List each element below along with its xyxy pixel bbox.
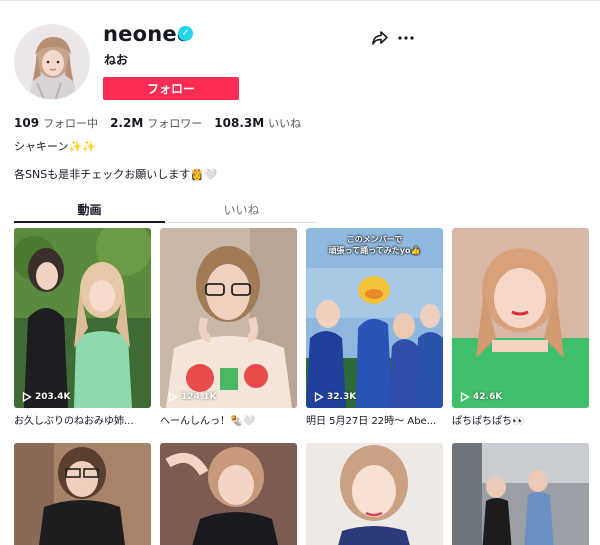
- play-icon: [460, 392, 470, 402]
- share-icon[interactable]: [371, 30, 389, 46]
- video-thumbnail-image: [452, 443, 589, 545]
- view-count: 42.6K: [460, 392, 502, 402]
- video-overlay-text: このメンバーで 頑張って踊ってみたyo👍: [328, 235, 421, 255]
- video-caption[interactable]: へーんしんっ！🌯🤍: [160, 412, 297, 427]
- play-icon: [22, 392, 32, 402]
- video-thumbnail-image: [160, 443, 297, 545]
- bio-line-2: 各SNSも是非チェックお願いします👸🤍: [14, 168, 218, 181]
- video-card[interactable]: [14, 443, 151, 545]
- follow-button[interactable]: フォロー: [103, 77, 239, 100]
- tab-liked[interactable]: いいね: [166, 201, 317, 218]
- video-thumbnail-image: [452, 228, 589, 408]
- video-thumbnail-image: [14, 228, 151, 408]
- following-count: 109: [14, 116, 40, 130]
- video-thumbnail[interactable]: [14, 443, 151, 545]
- view-count-value: 203.4K: [35, 392, 71, 402]
- video-thumbnail-image: [14, 443, 151, 545]
- video-thumbnail[interactable]: 42.6K: [452, 228, 589, 408]
- video-card[interactable]: [160, 443, 297, 545]
- more-icon[interactable]: [397, 30, 415, 46]
- followers-count: 2.2M: [110, 116, 144, 130]
- top-divider: [0, 0, 600, 1]
- view-count: 124.1K: [168, 392, 216, 402]
- video-thumbnail[interactable]: 203.4K: [14, 228, 151, 408]
- following-label[interactable]: フォロー中: [43, 115, 98, 131]
- view-count-value: 42.6K: [473, 392, 503, 402]
- video-thumbnail[interactable]: このメンバーで 頑張って踊ってみたyo👍 32.3K: [306, 228, 443, 408]
- nickname: ねお: [104, 53, 129, 67]
- video-card[interactable]: 203.4K お久しぶりのねおみゆ姉...: [14, 228, 151, 427]
- play-icon: [168, 392, 178, 402]
- avatar[interactable]: [14, 24, 90, 100]
- video-card[interactable]: [306, 443, 443, 545]
- video-card[interactable]: 124.1K へーんしんっ！🌯🤍: [160, 228, 297, 427]
- video-caption[interactable]: ぱちぱちぱち👀: [452, 412, 589, 427]
- followers-label[interactable]: フォロワー: [147, 115, 202, 131]
- video-thumbnail[interactable]: [452, 443, 589, 545]
- play-icon: [314, 392, 324, 402]
- likes-label: いいね: [268, 117, 302, 130]
- verified-badge-icon: ✓: [178, 26, 193, 41]
- view-count-value: 124.1K: [181, 392, 217, 402]
- video-thumbnail-image: [160, 228, 297, 408]
- video-card[interactable]: 42.6K ぱちぱちぱち👀: [452, 228, 589, 427]
- profile-tabs: 動画 いいね: [14, 199, 317, 223]
- likes-count: 108.3M: [214, 116, 265, 130]
- video-thumbnail[interactable]: 124.1K: [160, 228, 297, 408]
- video-caption[interactable]: 明日 5月27日 22時〜 Abe...: [306, 412, 443, 427]
- video-card[interactable]: [452, 443, 589, 545]
- video-caption[interactable]: お久しぶりのねおみゆ姉...: [14, 412, 151, 427]
- video-card[interactable]: このメンバーで 頑張って踊ってみたyo👍 32.3K 明日 5月27日 22時〜…: [306, 228, 443, 427]
- view-count-value: 32.3K: [327, 392, 357, 402]
- video-thumbnail[interactable]: [306, 443, 443, 545]
- video-thumbnail-image: [306, 443, 443, 545]
- active-tab-indicator: [14, 221, 165, 223]
- profile-stats: 109 フォロー中 2.2M フォロワー 108.3M いいね: [14, 115, 313, 131]
- bio-line-1: シャキーン✨✨: [14, 140, 96, 153]
- video-thumbnail[interactable]: [160, 443, 297, 545]
- tab-videos[interactable]: 動画: [14, 201, 165, 218]
- view-count: 32.3K: [314, 392, 356, 402]
- view-count: 203.4K: [22, 392, 70, 402]
